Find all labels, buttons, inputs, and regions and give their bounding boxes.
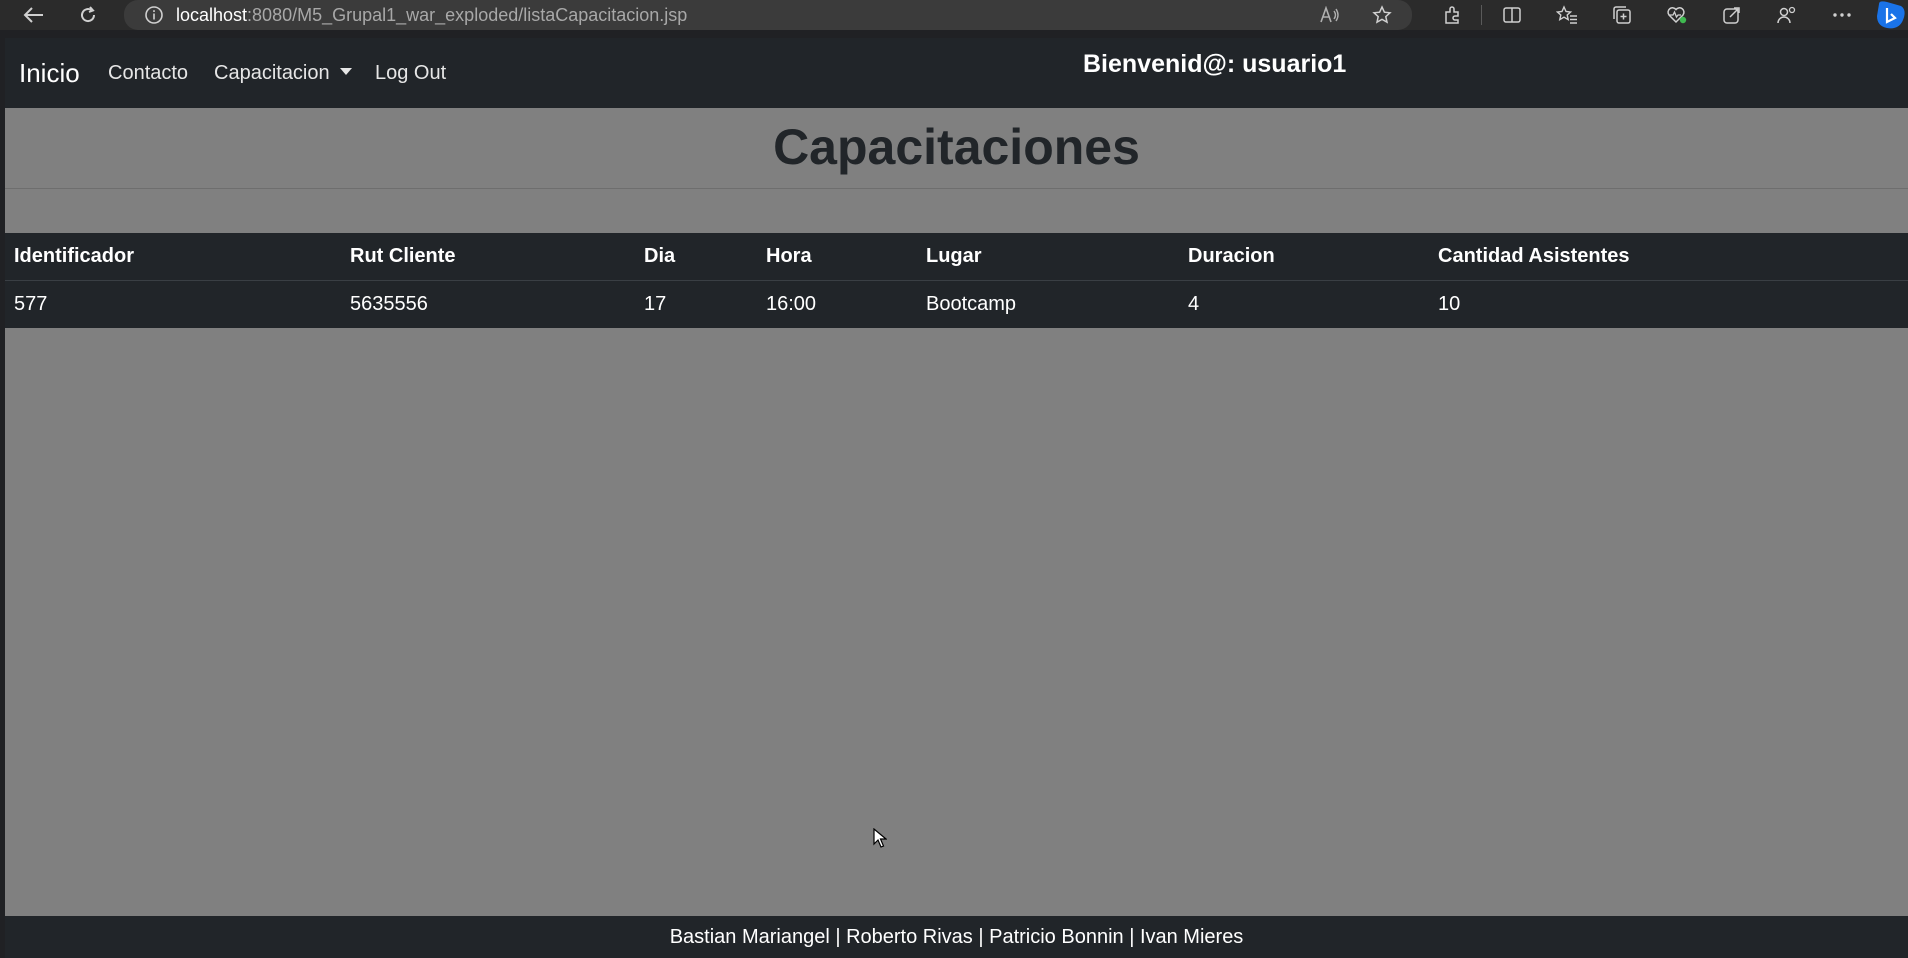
- column-header-hora: Hora: [757, 233, 917, 281]
- collections-icon[interactable]: [1594, 0, 1649, 30]
- url-path: :8080/M5_Grupal1_war_exploded/listaCapac…: [247, 4, 688, 25]
- table-row: 577 5635556 17 16:00 Bootcamp 4 10: [5, 281, 1908, 329]
- split-screen-icon[interactable]: [1484, 0, 1539, 30]
- column-header-cantidad-asistentes: Cantidad Asistentes: [1429, 233, 1908, 281]
- cell-rut-cliente: 5635556: [350, 293, 428, 315]
- mouse-pointer-icon: [873, 827, 888, 853]
- title-section: Capacitaciones: [5, 108, 1908, 189]
- column-header-dia: Dia: [635, 233, 757, 281]
- more-icon[interactable]: [1814, 0, 1869, 30]
- favorites-icon[interactable]: [1539, 0, 1594, 30]
- address-bar[interactable]: localhost:8080/M5_Grupal1_war_exploded/l…: [124, 0, 1412, 30]
- extensions-icon[interactable]: [1424, 0, 1479, 30]
- url-host: localhost: [176, 4, 248, 25]
- navbar: Inicio Contacto Capacitacion Log Out Bie…: [5, 38, 1908, 108]
- cell-duracion: 4: [1188, 293, 1200, 315]
- back-icon[interactable]: [16, 0, 52, 30]
- page-content: Inicio Contacto Capacitacion Log Out Bie…: [5, 38, 1908, 958]
- copilot-icon[interactable]: [1704, 0, 1759, 30]
- toolbar-divider: [1481, 5, 1482, 25]
- table-header-row: Identificador Rut Cliente Dia Hora Lugar…: [5, 233, 1908, 281]
- nav-link-contacto[interactable]: Contacto: [108, 62, 188, 85]
- column-header-identificador: Identificador: [5, 233, 341, 281]
- info-icon[interactable]: [138, 0, 170, 30]
- page-title: Capacitaciones: [773, 119, 1140, 175]
- column-header-rut-cliente: Rut Cliente: [341, 233, 635, 281]
- cell-dia: 17: [644, 293, 667, 315]
- column-header-duracion: Duracion: [1179, 233, 1429, 281]
- browser-toolbar: localhost:8080/M5_Grupal1_war_exploded/l…: [0, 0, 1908, 30]
- cell-hora: 16:00: [766, 293, 817, 315]
- refresh-icon[interactable]: [70, 0, 106, 30]
- welcome-message: Bienvenid@: usuario1: [1083, 50, 1347, 78]
- cell-identificador: 577: [14, 293, 48, 315]
- column-header-lugar: Lugar: [917, 233, 1179, 281]
- footer-credits: Bastian Mariangel | Roberto Rivas | Patr…: [669, 925, 1244, 948]
- favorite-star-icon[interactable]: [1364, 0, 1400, 30]
- read-aloud-icon[interactable]: [1312, 0, 1348, 30]
- cell-lugar: Bootcamp: [926, 293, 1017, 315]
- bing-icon[interactable]: [1872, 0, 1908, 30]
- footer: Bastian Mariangel | Roberto Rivas | Patr…: [5, 916, 1908, 958]
- caret-down-icon: [339, 68, 352, 75]
- nav-dropdown-label: Capacitacion: [214, 62, 330, 84]
- url-text[interactable]: localhost:8080/M5_Grupal1_war_exploded/l…: [176, 5, 687, 26]
- nav-link-logout[interactable]: Log Out: [375, 62, 446, 85]
- nav-dropdown-capacitacion[interactable]: Capacitacion: [214, 62, 352, 85]
- performance-icon[interactable]: [1649, 0, 1704, 30]
- profile-icon[interactable]: [1759, 0, 1814, 30]
- nav-brand-inicio[interactable]: Inicio: [19, 58, 80, 89]
- cell-cantidad-asistentes: 10: [1438, 293, 1461, 315]
- capacitaciones-table: Identificador Rut Cliente Dia Hora Lugar…: [5, 233, 1908, 328]
